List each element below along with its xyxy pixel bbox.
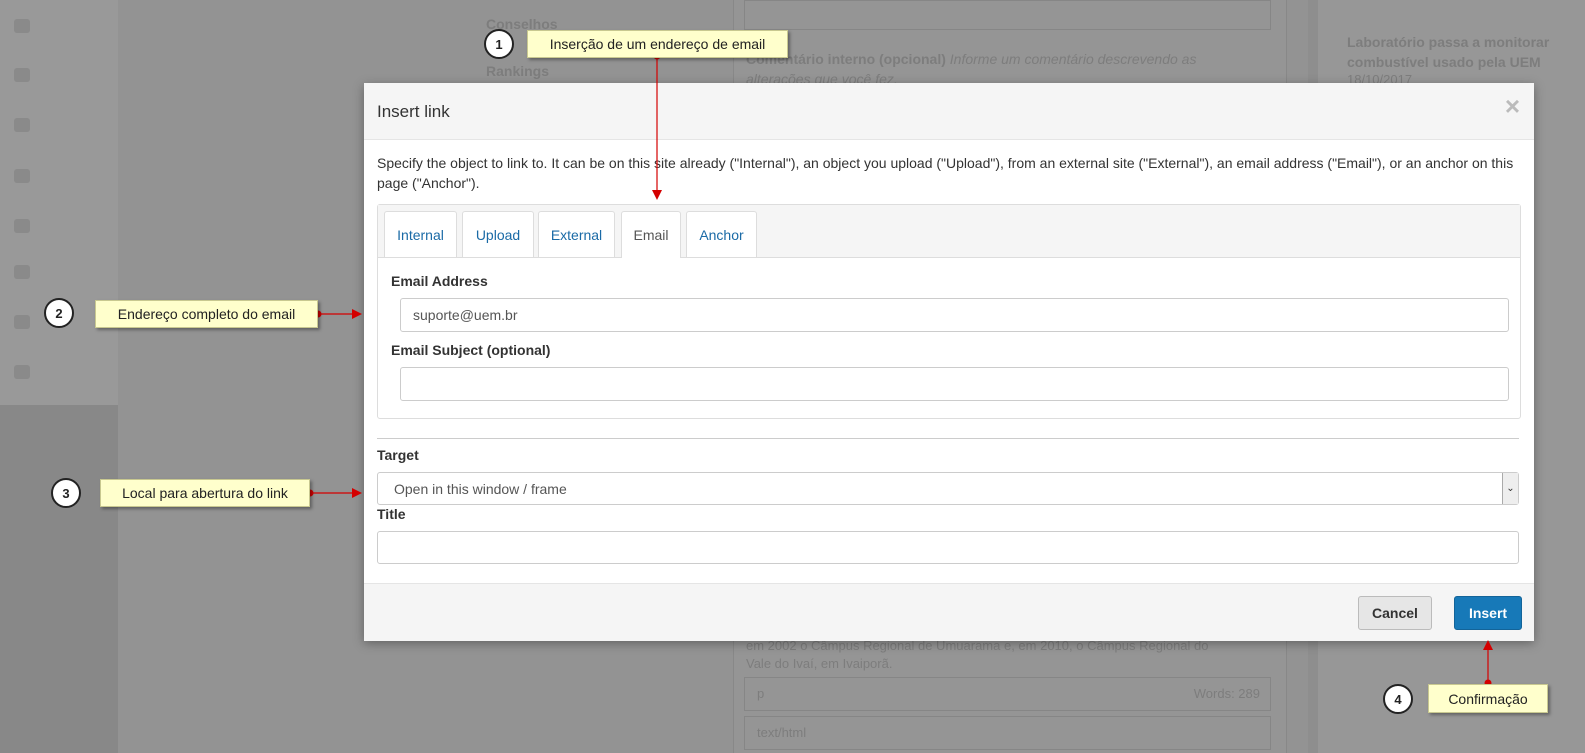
callout-4-note: Confirmação bbox=[1428, 684, 1548, 713]
callout-1-badge: 1 bbox=[484, 29, 514, 59]
callout-2-note: Endereço completo do email bbox=[95, 300, 318, 328]
callout-3-note: Local para abertura do link bbox=[100, 479, 310, 507]
callout-1-note: Inserção de um endereço de email bbox=[527, 30, 788, 58]
callout-3-badge: 3 bbox=[51, 478, 81, 508]
callout-2-badge: 2 bbox=[44, 298, 74, 328]
callout-arrows bbox=[306, 52, 1493, 687]
callout-4-badge: 4 bbox=[1383, 684, 1413, 714]
